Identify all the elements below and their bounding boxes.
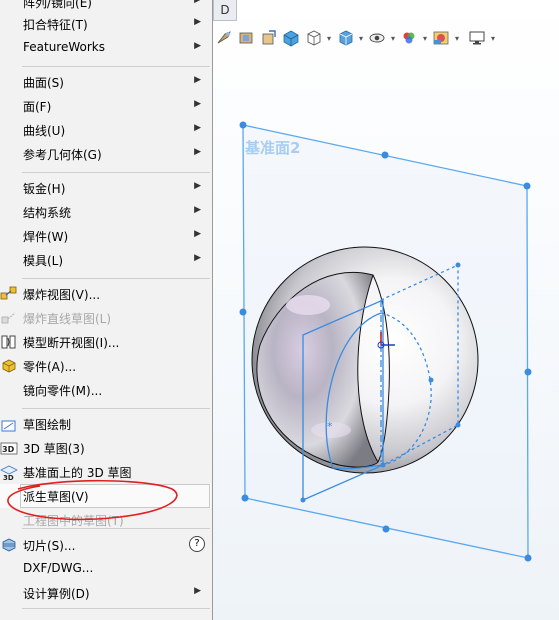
menu-item-face[interactable]: 面(F) ▶ <box>0 94 211 118</box>
menu-item-structure-system[interactable]: 结构系统 ▶ <box>0 200 211 224</box>
slicing-icon <box>0 536 18 554</box>
submenu-arrow-icon: ▶ <box>194 75 201 85</box>
submenu-arrow-icon: ▶ <box>194 586 201 596</box>
menu-item-slicing[interactable]: 切片(S)... ? <box>0 533 211 557</box>
menu-separator <box>22 66 210 67</box>
view-settings-dropdown[interactable]: ▾ <box>489 34 497 43</box>
zoom-fit-icon[interactable] <box>215 28 235 48</box>
menu-item-label: 模具(L) <box>23 254 64 268</box>
explode-line-sketch-icon <box>0 309 18 327</box>
menu-item-label: 设计算例(D) <box>23 587 90 601</box>
menu-item-reference-geometry[interactable]: 参考几何体(G) ▶ <box>0 142 211 166</box>
svg-text:*: * <box>327 420 333 433</box>
menu-separator <box>22 278 210 279</box>
view-orientation-icon[interactable] <box>303 28 323 48</box>
menu-item-label: DXF/DWG... <box>23 561 94 575</box>
menu-item-label: 曲线(U) <box>23 124 66 138</box>
menu-item-label: 爆炸直线草图(L) <box>23 312 112 326</box>
help-icon[interactable]: ? <box>189 536 205 552</box>
submenu-arrow-icon: ▶ <box>194 0 201 5</box>
submenu-arrow-icon: ▶ <box>194 123 201 133</box>
menu-item-label: 焊件(W) <box>23 230 69 244</box>
menu-item-label: FeatureWorks <box>23 40 105 54</box>
menu-item-label: 曲面(S) <box>23 76 64 90</box>
menu-item-label: 派生草图(V) <box>23 490 89 504</box>
menu-item-explode-line-sketch[interactable]: 爆炸直线草图(L) <box>0 306 211 330</box>
submenu-arrow-icon: ▶ <box>194 253 201 263</box>
menu-item-label: 钣金(H) <box>23 182 66 196</box>
previous-view-icon[interactable] <box>259 28 279 48</box>
menu-item-label: 结构系统 <box>23 206 72 220</box>
menu-item-label: 3D 草图(3) <box>23 442 85 456</box>
menu-item-mirror-part[interactable]: 镜向零件(M)... <box>0 378 211 402</box>
edit-appearance-icon[interactable] <box>399 28 419 48</box>
zoom-area-icon[interactable] <box>237 28 257 48</box>
view-orientation-dropdown[interactable]: ▾ <box>325 34 333 43</box>
menu-separator <box>22 608 210 609</box>
menu-item-label: 镜向零件(M)... <box>23 384 103 398</box>
model-break-view-icon <box>0 333 18 351</box>
menu-item-exploded-view[interactable]: 爆炸视图(V)... <box>0 282 211 306</box>
menu-item-molds[interactable]: 模具(L) ▶ <box>0 248 211 272</box>
menu-item-label: 零件(A)... <box>23 360 77 374</box>
submenu-arrow-icon: ▶ <box>194 147 201 157</box>
sketch-icon <box>0 415 18 433</box>
3d-sketch-on-plane-icon: 3D <box>0 463 18 482</box>
menu-item-part[interactable]: 零件(A)... <box>0 354 211 378</box>
menu-item-label: 模型断开视图(I)... <box>23 336 120 350</box>
hide-show-items-icon[interactable] <box>367 28 387 48</box>
section-view-icon[interactable] <box>281 28 301 48</box>
menu-item-curve[interactable]: 曲线(U) ▶ <box>0 118 211 142</box>
submenu-arrow-icon: ▶ <box>194 17 201 27</box>
menu-item-surface[interactable]: 曲面(S) ▶ <box>0 70 211 94</box>
submenu-arrow-icon: ▶ <box>194 181 201 191</box>
menu-item-model-break-view[interactable]: 模型断开视图(I)... <box>0 330 211 354</box>
menu-item-label: 爆炸视图(V)... <box>23 288 101 302</box>
menu-separator <box>22 172 210 173</box>
menu-item-label: 扣合特征(T) <box>23 18 88 32</box>
menu-separator <box>22 528 210 529</box>
cavity-highlight <box>286 295 330 315</box>
menu-item-label: 基准面上的 3D 草图 <box>23 466 132 480</box>
document-tab[interactable]: D <box>213 0 237 21</box>
graphics-area[interactable]: * 基准面2 D ▾ ▾ ▾ ▾ ▾ ▾ <box>213 0 559 620</box>
submenu-arrow-icon: ▶ <box>194 99 201 109</box>
display-style-dropdown[interactable]: ▾ <box>357 34 365 43</box>
menu-item-label: 切片(S)... <box>23 539 76 553</box>
insert-menu: 阵列/镜向(E) ▶ 扣合特征(T) ▶ FeatureWorks ▶ 曲面(S… <box>0 0 213 620</box>
menu-item-label: 阵列/镜向(E) <box>23 0 92 10</box>
menu-separator <box>22 408 210 409</box>
submenu-arrow-icon: ▶ <box>194 41 201 51</box>
view-settings-icon[interactable] <box>467 28 487 48</box>
plane-label: 基准面2 <box>244 139 300 157</box>
part-icon <box>0 357 18 375</box>
menu-item-label: 工程图中的草图(T) <box>23 514 124 528</box>
model-scene: * 基准面2 <box>239 121 532 562</box>
menu-item-3d-sketch[interactable]: 3D 3D 草图(3) <box>0 436 211 460</box>
view-heads-up-toolbar: ▾ ▾ ▾ ▾ ▾ ▾ <box>213 26 559 50</box>
svg-text:3D: 3D <box>3 474 14 481</box>
menu-item-label: 面(F) <box>23 100 52 114</box>
edit-appearance-dropdown[interactable]: ▾ <box>421 34 429 43</box>
menu-item-sheet-metal[interactable]: 钣金(H) ▶ <box>0 176 211 200</box>
exploded-view-icon <box>0 285 18 303</box>
menu-item-fastening-features[interactable]: 扣合特征(T) ▶ <box>0 12 211 36</box>
apply-scene-dropdown[interactable]: ▾ <box>453 34 461 43</box>
menu-item-3d-sketch-on-plane[interactable]: 3D 基准面上的 3D 草图 <box>0 460 211 484</box>
menu-item-label: 草图绘制 <box>23 418 72 432</box>
menu-item-weldments[interactable]: 焊件(W) ▶ <box>0 224 211 248</box>
submenu-arrow-icon: ▶ <box>194 229 201 239</box>
menu-item-dxf-dwg[interactable]: DXF/DWG... <box>0 557 211 581</box>
apply-scene-icon[interactable] <box>431 28 451 48</box>
submenu-arrow-icon: ▶ <box>194 205 201 215</box>
display-style-icon[interactable] <box>335 28 355 48</box>
menu-item-design-study[interactable]: 设计算例(D) ▶ <box>0 581 211 605</box>
hide-show-dropdown[interactable]: ▾ <box>389 34 397 43</box>
svg-text:3D: 3D <box>2 445 15 454</box>
3d-sketch-icon: 3D <box>0 439 18 457</box>
menu-item-derived-sketch[interactable]: 派生草图(V) <box>0 484 211 508</box>
menu-item-label: 参考几何体(G) <box>23 148 102 162</box>
menu-item-sketch[interactable]: 草图绘制 <box>0 412 211 436</box>
menu-item-featureworks[interactable]: FeatureWorks ▶ <box>0 36 211 60</box>
